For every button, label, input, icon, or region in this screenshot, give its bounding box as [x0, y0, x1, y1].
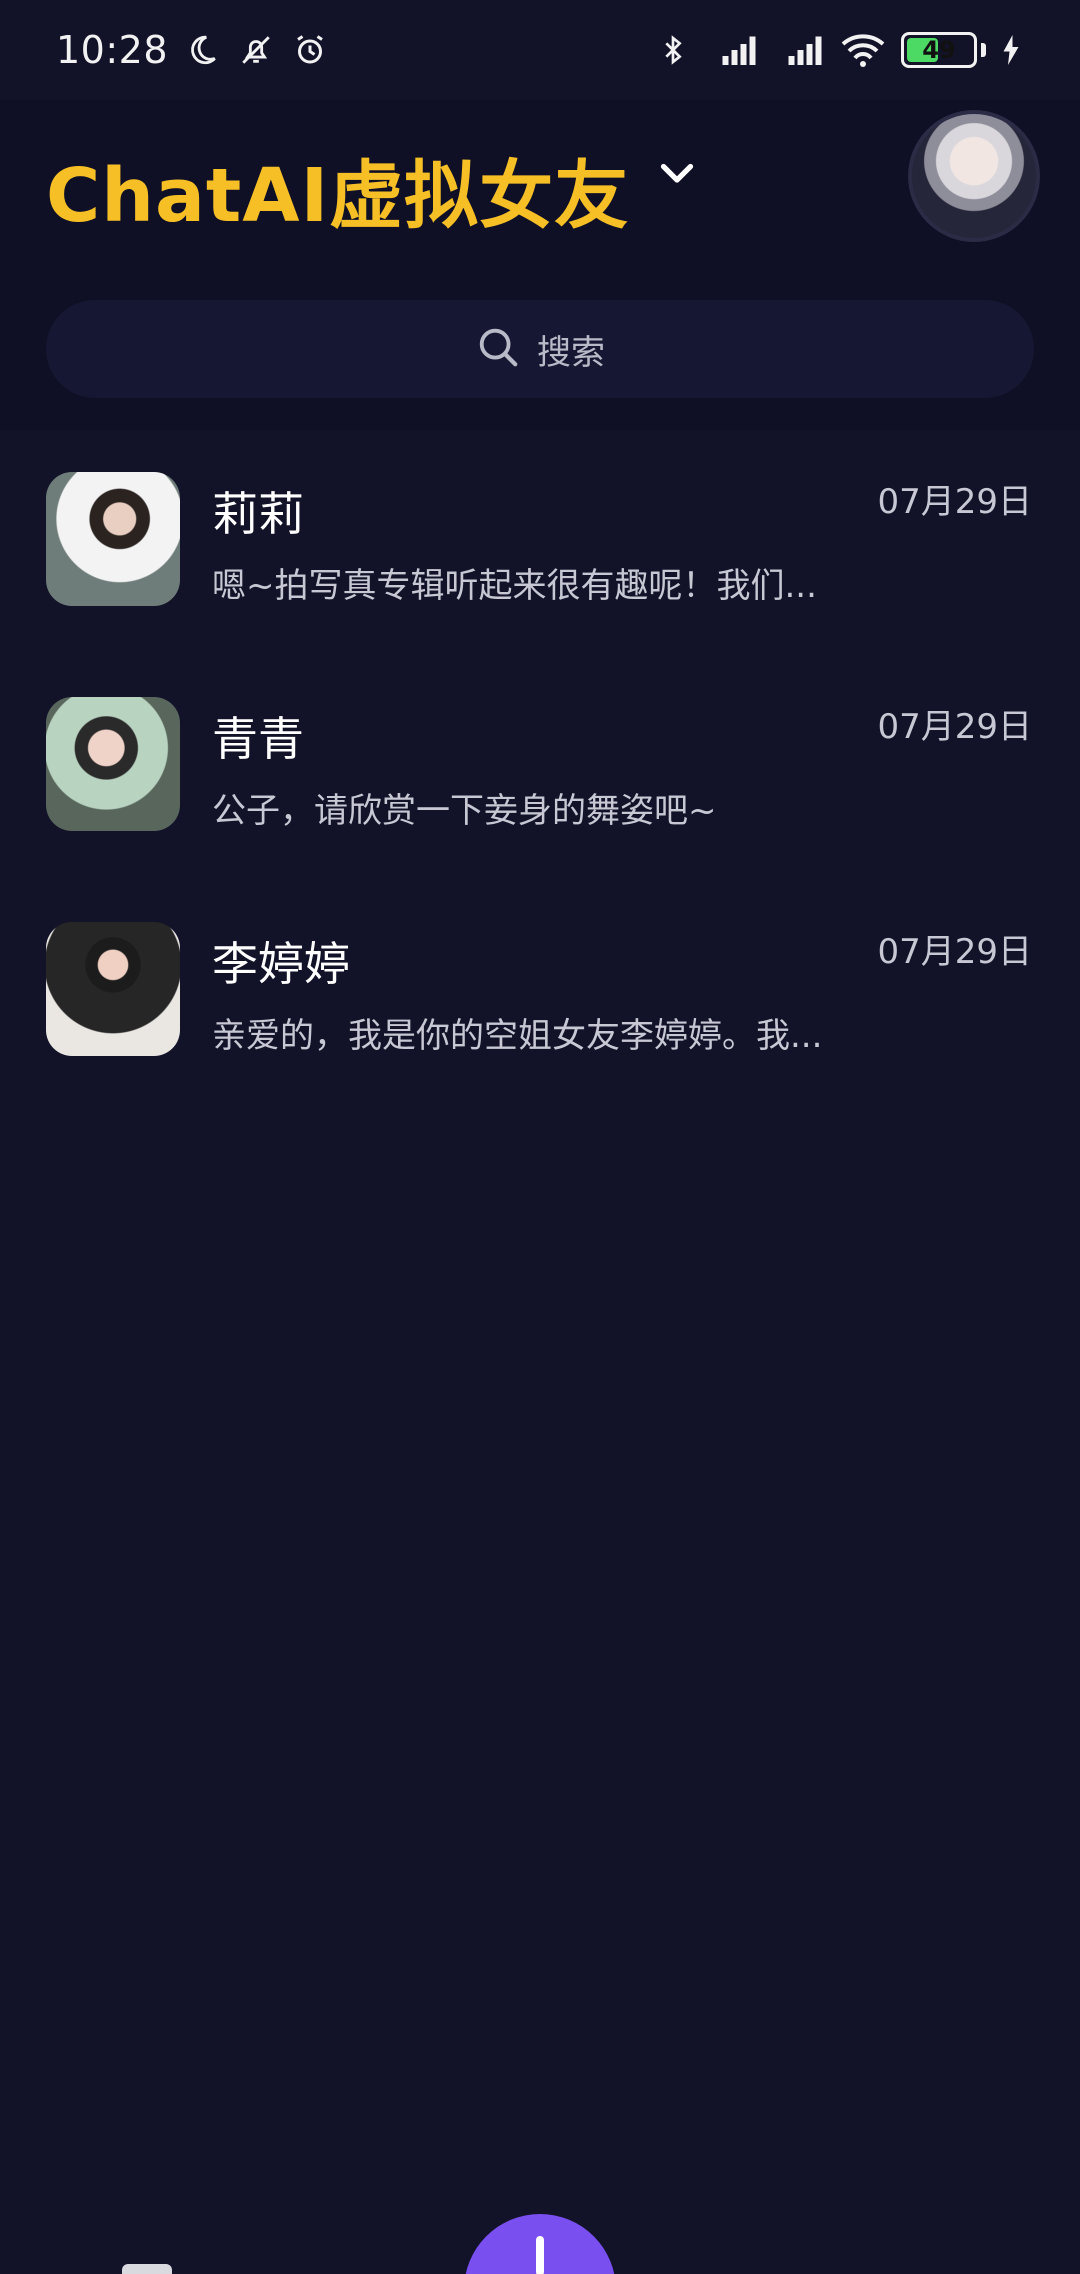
- search-icon: [475, 324, 521, 374]
- battery-cap: [981, 43, 986, 57]
- profile-avatar[interactable]: [908, 110, 1040, 242]
- plus-icon: [536, 2236, 544, 2274]
- app-header: ChatAI虚拟女友 搜索: [0, 100, 1080, 430]
- battery-icon: 49: [901, 32, 977, 68]
- chat-name: 莉莉: [212, 487, 304, 541]
- chat-time: 07月29日: [877, 707, 1032, 747]
- screen: 10:28 49 ChatAI虚拟女友 搜索 莉莉 07月29日 嗯~拍写真专辑…: [0, 0, 1080, 2274]
- chat-item[interactable]: 莉莉 07月29日 嗯~拍写真专辑听起来很有趣呢！我们...: [0, 430, 1080, 655]
- chat-avatar: [46, 922, 180, 1056]
- wifi-icon: [839, 30, 887, 70]
- chat-tab-icon[interactable]: [122, 2264, 172, 2274]
- bell-off-icon: [236, 30, 276, 70]
- chat-avatar: [46, 697, 180, 831]
- chat-name: 李婷婷: [212, 937, 350, 991]
- chat-item[interactable]: 李婷婷 07月29日 亲爱的，我是你的空姐女友李婷婷。我...: [0, 880, 1080, 1105]
- chat-time: 07月29日: [877, 482, 1032, 522]
- status-right: 49: [653, 30, 1022, 70]
- app-title: ChatAI虚拟女友: [46, 153, 630, 239]
- search-bar[interactable]: 搜索: [46, 300, 1034, 398]
- moon-icon: [182, 30, 222, 70]
- chat-item[interactable]: 青青 07月29日 公子，请欣赏一下妾身的舞姿吧~: [0, 655, 1080, 880]
- chat-preview: 嗯~拍写真专辑听起来很有趣呢！我们...: [212, 566, 817, 606]
- signal-hd-icon: [707, 30, 759, 70]
- status-left: 10:28: [56, 28, 330, 72]
- chat-preview: 亲爱的，我是你的空姐女友李婷婷。我...: [212, 1016, 823, 1056]
- search-placeholder: 搜索: [537, 332, 605, 373]
- battery-level: 49: [922, 36, 956, 64]
- status-time: 10:28: [56, 28, 169, 72]
- chevron-down-icon[interactable]: [655, 152, 699, 196]
- signal-hd-icon: [773, 30, 825, 70]
- chat-name: 青青: [212, 712, 304, 766]
- chat-time: 07月29日: [877, 932, 1032, 972]
- chat-avatar: [46, 472, 180, 606]
- chat-list: 莉莉 07月29日 嗯~拍写真专辑听起来很有趣呢！我们... 青青 07月29日…: [0, 430, 1080, 1105]
- chat-preview: 公子，请欣赏一下妾身的舞姿吧~: [212, 791, 717, 831]
- status-bar: 10:28 49: [0, 0, 1080, 100]
- charging-icon: [1000, 30, 1022, 70]
- bluetooth-icon: [653, 30, 693, 70]
- add-button[interactable]: [464, 2214, 616, 2274]
- alarm-icon: [290, 30, 330, 70]
- bottom-nav: [0, 2180, 1080, 2274]
